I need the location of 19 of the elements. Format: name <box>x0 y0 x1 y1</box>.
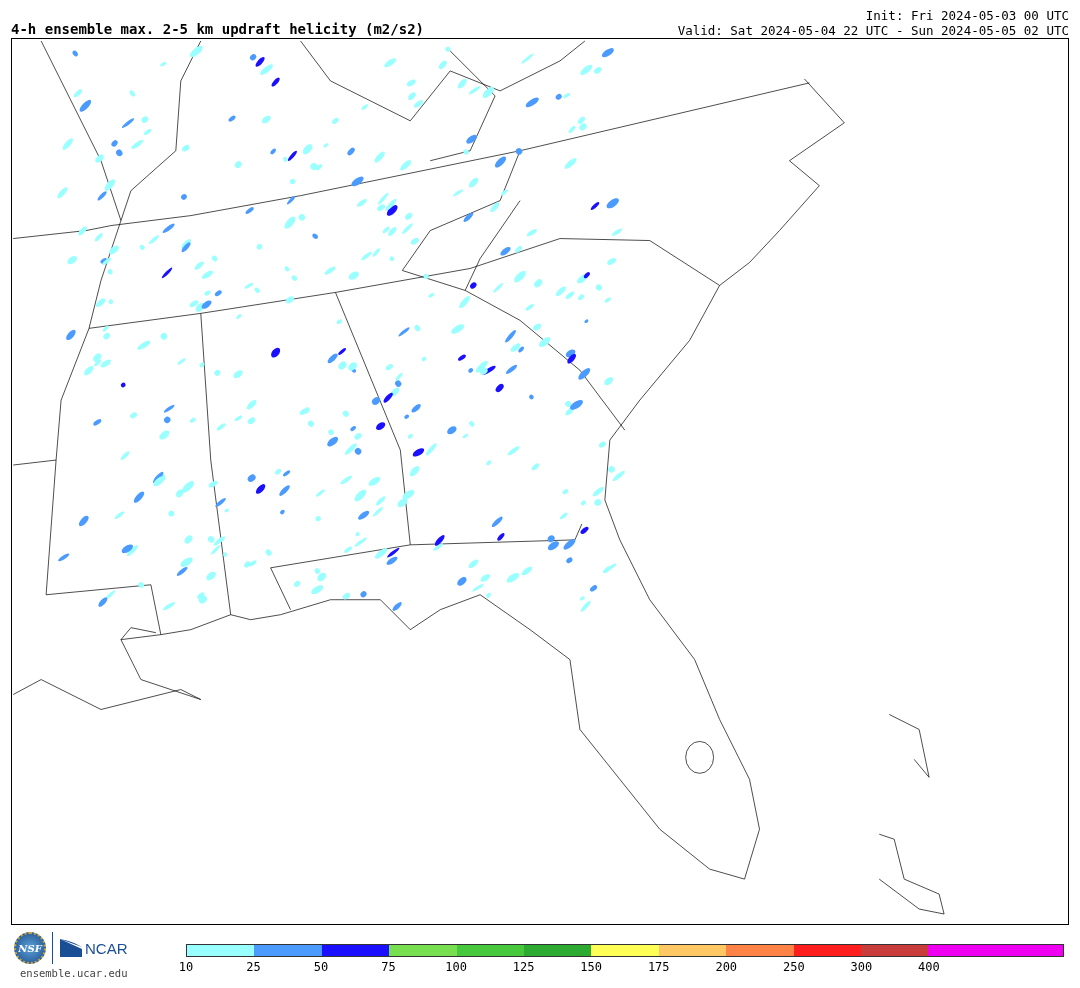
color-bar-label: 10 <box>178 959 194 976</box>
map-title: 4-h ensemble max. 2-5 km updraft helicity (m2/s2) <box>11 20 424 38</box>
valid-time: Valid: Sat 2024-05-04 22 UTC - Sun 2024-05-05 02 UTC <box>677 23 1069 38</box>
color-bar-label: 250 <box>782 959 805 976</box>
site-url: ensemble.ucar.edu <box>20 967 128 979</box>
color-bar-label: 200 <box>715 959 738 976</box>
color-bar-label: 400 <box>918 959 940 976</box>
wave-logo-icon <box>59 939 83 957</box>
ncar-logo-text: NCAR <box>85 939 128 957</box>
color-bar-label: 125 <box>512 959 535 976</box>
color-bar-label: 50 <box>313 959 329 976</box>
color-bar-label: 300 <box>850 959 873 976</box>
color-bar-label: 75 <box>381 959 396 976</box>
color-bar-label: 100 <box>445 959 467 976</box>
nsf-logo: NSF <box>14 932 46 964</box>
color-bar-label: 25 <box>246 959 261 976</box>
color-bar-label: 175 <box>647 959 670 976</box>
init-time: Init: Fri 2024-05-03 00 UTC <box>865 8 1069 23</box>
color-bar-label: 150 <box>580 959 603 976</box>
